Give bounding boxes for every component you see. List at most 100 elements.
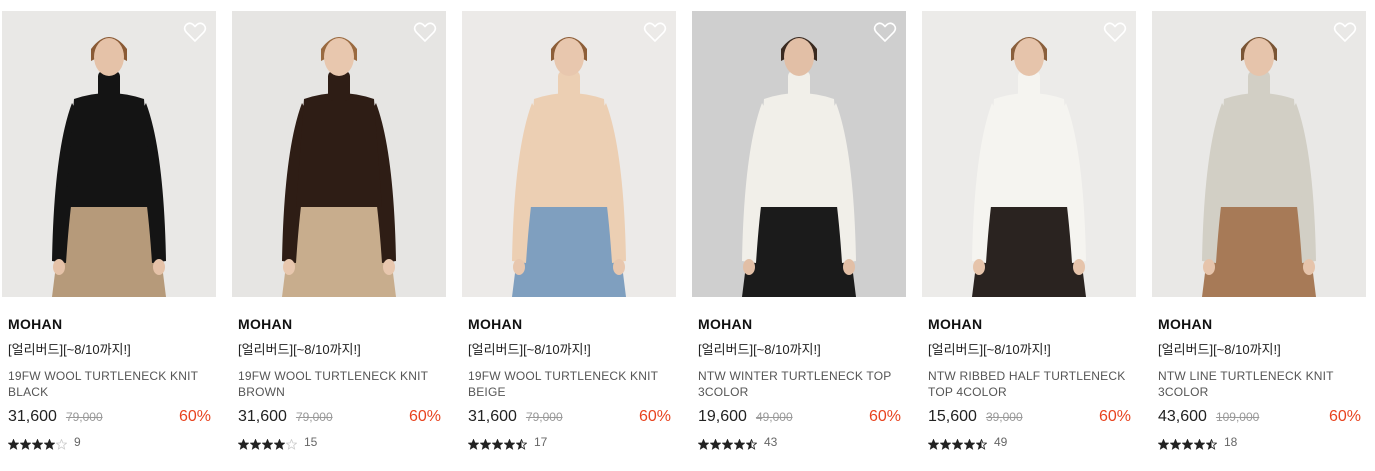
product-image[interactable] xyxy=(692,11,906,297)
product-image[interactable] xyxy=(922,11,1136,297)
product-card[interactable]: MOHAN [얼리버드][~8/10까지!] 19FW WOOL TURTLEN… xyxy=(2,11,216,450)
star-icon xyxy=(1169,437,1182,450)
star-icon xyxy=(733,437,746,450)
product-image[interactable] xyxy=(232,11,446,297)
star-rating xyxy=(237,437,298,450)
review-count: 43 xyxy=(764,435,778,449)
review-count: 9 xyxy=(74,435,81,449)
product-card[interactable]: MOHAN [얼리버드][~8/10까지!] NTW WINTER TURTLE… xyxy=(692,11,906,450)
star-icon xyxy=(951,437,964,450)
sale-price: 31,600 xyxy=(468,408,517,425)
original-price: 79,000 xyxy=(525,410,563,424)
star-icon xyxy=(7,437,20,450)
discount-rate: 60% xyxy=(868,408,901,425)
rating-row: 17 xyxy=(462,435,676,450)
sale-price: 43,600 xyxy=(1158,408,1207,425)
star-icon xyxy=(709,437,722,450)
rating-row: 15 xyxy=(232,435,446,450)
price-row: 31,600 79,000 60% xyxy=(232,408,446,430)
discount-rate: 60% xyxy=(1328,408,1361,425)
star-icon xyxy=(19,437,32,450)
rating-row: 9 xyxy=(2,435,216,450)
promo-label: [얼리버드][~8/10까지!] xyxy=(928,342,1051,357)
price-row: 43,600 109,000 60% xyxy=(1152,408,1366,430)
original-price: 109,000 xyxy=(1215,410,1260,424)
product-name[interactable]: 19FW WOOL TURTLENECK KNIT BEIGE xyxy=(462,368,676,400)
star-icon xyxy=(1181,437,1194,450)
star-icon xyxy=(1193,437,1206,450)
product-name[interactable]: NTW LINE TURTLENECK KNIT 3COLOR xyxy=(1152,368,1366,400)
product-grid: MOHAN [얼리버드][~8/10까지!] 19FW WOOL TURTLEN… xyxy=(0,0,1375,471)
product-card[interactable]: MOHAN [얼리버드][~8/10까지!] 19FW WOOL TURTLEN… xyxy=(232,11,446,450)
star-icon xyxy=(697,437,710,450)
discount-rate: 60% xyxy=(408,408,441,425)
brand-name[interactable]: MOHAN xyxy=(232,315,446,333)
review-count: 49 xyxy=(994,435,1008,449)
discount-rate: 60% xyxy=(638,408,671,425)
brand-name[interactable]: MOHAN xyxy=(922,315,1136,333)
star-icon xyxy=(975,437,988,450)
product-name[interactable]: NTW WINTER TURTLENECK TOP 3COLOR xyxy=(692,368,906,400)
star-icon xyxy=(745,437,758,450)
star-icon xyxy=(939,437,952,450)
review-count: 17 xyxy=(534,435,548,449)
product-name[interactable]: 19FW WOOL TURTLENECK KNIT BLACK xyxy=(2,368,216,400)
original-price: 49,000 xyxy=(755,410,793,424)
product-image[interactable] xyxy=(2,11,216,297)
star-icon xyxy=(273,437,286,450)
star-rating xyxy=(1157,437,1218,450)
heart-outline-icon[interactable] xyxy=(183,21,207,43)
price-row: 31,600 79,000 60% xyxy=(462,408,676,430)
brand-name[interactable]: MOHAN xyxy=(2,315,216,333)
star-icon xyxy=(55,437,68,450)
star-rating xyxy=(467,437,528,450)
promo-label: [얼리버드][~8/10까지!] xyxy=(1158,342,1281,357)
star-icon xyxy=(1157,437,1170,450)
product-image[interactable] xyxy=(1152,11,1366,297)
star-icon xyxy=(963,437,976,450)
star-rating xyxy=(927,437,988,450)
discount-rate: 60% xyxy=(178,408,211,425)
product-image[interactable] xyxy=(462,11,676,297)
price-row: 31,600 79,000 60% xyxy=(2,408,216,430)
star-icon xyxy=(43,437,56,450)
rating-row: 49 xyxy=(922,435,1136,450)
heart-outline-icon[interactable] xyxy=(643,21,667,43)
product-card[interactable]: MOHAN [얼리버드][~8/10까지!] 19FW WOOL TURTLEN… xyxy=(462,11,676,450)
rating-row: 43 xyxy=(692,435,906,450)
heart-outline-icon[interactable] xyxy=(413,21,437,43)
review-count: 18 xyxy=(1224,435,1238,449)
star-rating xyxy=(697,437,758,450)
product-name[interactable]: 19FW WOOL TURTLENECK KNIT BROWN xyxy=(232,368,446,400)
star-icon xyxy=(503,437,516,450)
product-card[interactable]: MOHAN [얼리버드][~8/10까지!] NTW RIBBED HALF T… xyxy=(922,11,1136,450)
star-icon xyxy=(249,437,262,450)
brand-name[interactable]: MOHAN xyxy=(692,315,906,333)
star-icon xyxy=(285,437,298,450)
sale-price: 31,600 xyxy=(8,408,57,425)
rating-row: 18 xyxy=(1152,435,1366,450)
promo-label: [얼리버드][~8/10까지!] xyxy=(698,342,821,357)
star-icon xyxy=(261,437,274,450)
original-price: 79,000 xyxy=(295,410,333,424)
promo-label: [얼리버드][~8/10까지!] xyxy=(8,342,131,357)
price-row: 15,600 39,000 60% xyxy=(922,408,1136,430)
brand-name[interactable]: MOHAN xyxy=(1152,315,1366,333)
star-icon xyxy=(467,437,480,450)
heart-outline-icon[interactable] xyxy=(873,21,897,43)
original-price: 79,000 xyxy=(65,410,103,424)
brand-name[interactable]: MOHAN xyxy=(462,315,676,333)
product-name[interactable]: NTW RIBBED HALF TURTLENECK TOP 4COLOR xyxy=(922,368,1136,400)
original-price: 39,000 xyxy=(985,410,1023,424)
product-card[interactable]: MOHAN [얼리버드][~8/10까지!] NTW LINE TURTLENE… xyxy=(1152,11,1366,450)
star-icon xyxy=(31,437,44,450)
star-icon xyxy=(237,437,250,450)
star-icon xyxy=(515,437,528,450)
heart-outline-icon[interactable] xyxy=(1103,21,1127,43)
heart-outline-icon[interactable] xyxy=(1333,21,1357,43)
star-icon xyxy=(491,437,504,450)
star-icon xyxy=(721,437,734,450)
review-count: 15 xyxy=(304,435,318,449)
star-icon xyxy=(1205,437,1218,450)
promo-label: [얼리버드][~8/10까지!] xyxy=(238,342,361,357)
